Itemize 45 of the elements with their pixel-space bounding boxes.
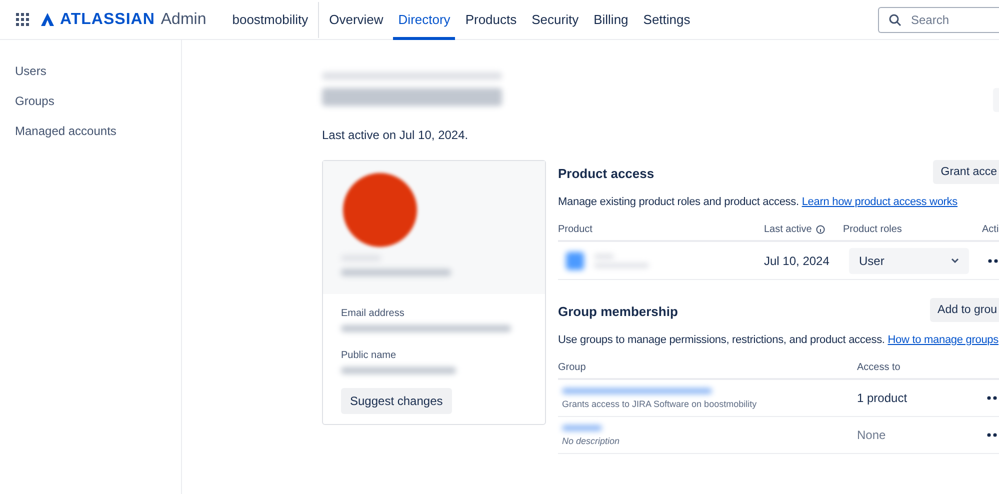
column-header: Group: [558, 362, 586, 373]
app-grid-icon[interactable]: [16, 13, 29, 26]
table-cell: 1 product: [857, 391, 908, 405]
search-field[interactable]: Search: [878, 6, 999, 32]
section-description: Manage existing product roles and product access. Learn how product access works: [558, 196, 959, 208]
section-title: Product access: [558, 166, 654, 180]
nav-tab[interactable]: Billing: [588, 0, 634, 40]
column-header: Access to: [857, 362, 900, 373]
product-icon: [566, 252, 584, 270]
suggest-changes-button[interactable]: Suggest changes: [341, 388, 452, 414]
table-cell: None: [857, 428, 886, 442]
add-to-group-button[interactable]: Add to grou: [930, 298, 999, 322]
field-label: Email address: [341, 308, 406, 319]
nav-tab[interactable]: Settings: [638, 0, 696, 40]
info-icon[interactable]: [816, 225, 825, 234]
column-header: Acti: [982, 224, 999, 235]
more-icon[interactable]: [987, 433, 999, 437]
role-select[interactable]: User: [849, 248, 969, 274]
section-description: Use groups to manage permissions, restrictions, and product access. How to manage groups: [558, 334, 999, 346]
org-name[interactable]: boostmobility: [232, 2, 320, 38]
nav-tab[interactable]: Overview: [324, 0, 388, 40]
last-active-text: Last active on Jul 10, 2024.: [322, 128, 470, 142]
brand-name: ATLASSIAN: [60, 10, 155, 28]
column-header: Last active: [764, 224, 812, 235]
column-header: Product roles: [843, 224, 902, 235]
group-description: Grants access to JIRA Software on boostmobility: [562, 398, 757, 408]
grant-access-button[interactable]: Grant acce: [932, 160, 999, 184]
column-header: Product: [558, 224, 592, 235]
nav-tab[interactable]: Products: [460, 0, 522, 40]
nav-tab[interactable]: Directory: [393, 0, 456, 40]
search-icon: [889, 14, 901, 26]
sidebar-item[interactable]: Managed accounts: [0, 116, 181, 146]
help-link[interactable]: How to manage groups: [888, 334, 998, 346]
table-cell: Jul 10, 2024: [764, 254, 830, 268]
product-name: Admin: [160, 10, 206, 28]
nav-tab[interactable]: Security: [526, 0, 584, 40]
chevron-icon: [951, 258, 959, 263]
sidebar-item[interactable]: Groups: [0, 86, 181, 116]
logo-icon: [41, 13, 54, 26]
more-icon[interactable]: [987, 396, 999, 400]
section-title: Group membership: [558, 304, 678, 318]
group-description: No description: [562, 436, 620, 446]
help-link[interactable]: Learn how product access works: [802, 196, 958, 208]
field-label: Public name: [341, 350, 398, 361]
sidebar-item[interactable]: Users: [0, 56, 181, 86]
